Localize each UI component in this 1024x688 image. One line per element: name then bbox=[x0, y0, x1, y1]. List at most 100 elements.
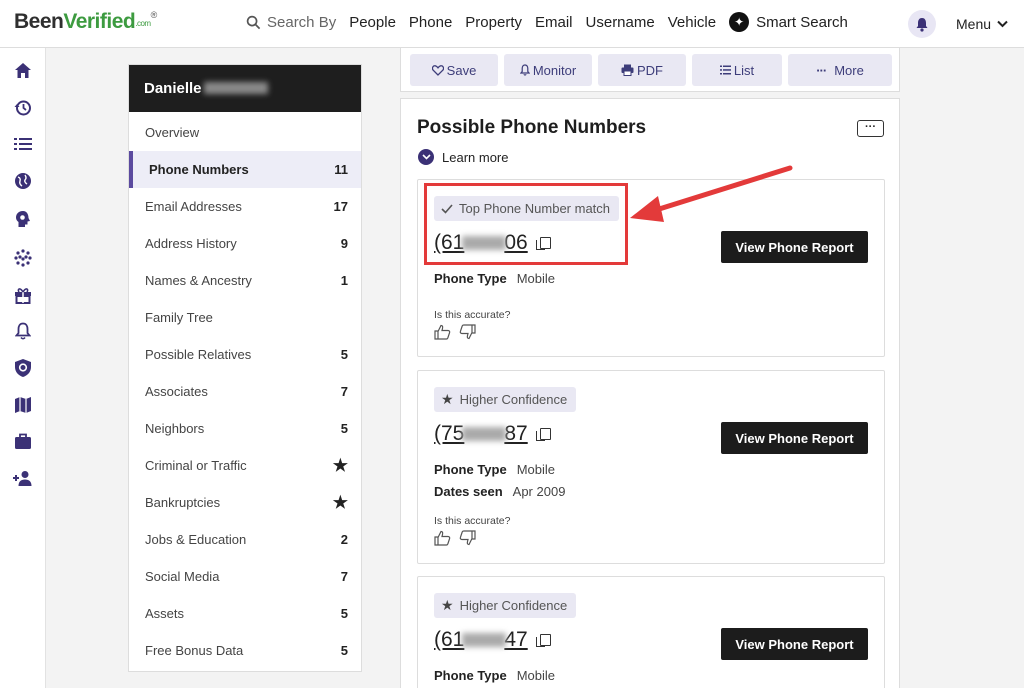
search-by-label: Search By bbox=[267, 13, 337, 31]
sidebar-item-label: Email Addresses bbox=[145, 199, 242, 214]
view-phone-report-button[interactable]: View Phone Report bbox=[721, 422, 868, 454]
phone-type-row: Phone Type Mobile bbox=[434, 271, 555, 286]
sidebar-item-label: Names & Ancestry bbox=[145, 273, 252, 288]
sidebar-item-count: 17 bbox=[333, 199, 348, 214]
thumbs-up-icon[interactable] bbox=[434, 530, 451, 546]
search-by[interactable]: Search By bbox=[246, 14, 336, 31]
report-action-bar: Save Monitor PDF List ··· More bbox=[400, 48, 900, 92]
thumbs-down-icon[interactable] bbox=[459, 530, 476, 546]
phone-end: 87 bbox=[504, 422, 528, 445]
sidebar-item-count: 5 bbox=[340, 421, 348, 436]
home-icon[interactable] bbox=[12, 60, 34, 82]
sidebar-item-overview[interactable]: Overview bbox=[129, 114, 361, 151]
star-icon: ★ bbox=[332, 455, 348, 475]
phone-start: (75 bbox=[434, 422, 465, 445]
thumbs-down-icon[interactable] bbox=[459, 324, 476, 340]
nav-email[interactable]: Email bbox=[535, 14, 573, 31]
save-button[interactable]: Save bbox=[410, 54, 498, 86]
history-icon[interactable] bbox=[12, 97, 34, 119]
briefcase-icon[interactable] bbox=[12, 430, 34, 452]
notifications-button[interactable] bbox=[908, 10, 936, 38]
sidebar-item-label: Address History bbox=[145, 236, 237, 251]
sidebar-item-email-addresses[interactable]: Email Addresses 17 bbox=[129, 188, 361, 225]
phone-type-row: Phone Type Mobile bbox=[434, 668, 555, 683]
sidebar-item-label: Jobs & Education bbox=[145, 532, 247, 547]
sidebar-item-count: 9 bbox=[340, 236, 348, 251]
sidebar-item-social-media[interactable]: Social Media 7 bbox=[129, 558, 361, 595]
list-label: List bbox=[733, 62, 755, 78]
copy-icon[interactable] bbox=[535, 428, 551, 441]
nav-property[interactable]: Property bbox=[465, 14, 522, 31]
phone-type-value: Mobile bbox=[516, 462, 556, 477]
sidebar-item-associates[interactable]: Associates 7 bbox=[129, 373, 361, 410]
sidebar-item-count: 5 bbox=[340, 643, 348, 658]
sidebar-item-label: Neighbors bbox=[145, 421, 205, 436]
sidebar-item-bankruptcies[interactable]: Bankruptcies ★ bbox=[129, 484, 361, 521]
sidebar-item-phone-numbers[interactable]: Phone Numbers 11 bbox=[129, 151, 361, 188]
redacted-digits bbox=[462, 427, 507, 441]
nav-phone[interactable]: Phone bbox=[409, 14, 452, 31]
more-button[interactable]: ··· More bbox=[788, 54, 892, 86]
sidebar-item-free-bonus-data[interactable]: Free Bonus Data 5 bbox=[129, 632, 361, 669]
nav-vehicle[interactable]: Vehicle bbox=[668, 14, 716, 31]
list-button[interactable]: List bbox=[692, 54, 782, 86]
sidebar-item-assets[interactable]: Assets 5 bbox=[129, 595, 361, 632]
list-icon bbox=[719, 65, 731, 75]
copy-icon[interactable] bbox=[535, 634, 551, 647]
map-icon[interactable] bbox=[12, 394, 34, 416]
phone-start: (61 bbox=[434, 628, 465, 651]
dates-seen-row: Dates seen Apr 2009 bbox=[434, 484, 565, 499]
report-sidebar: Danielle Overview Phone Numbers 11 Email … bbox=[128, 64, 362, 672]
view-phone-report-button[interactable]: View Phone Report bbox=[721, 628, 868, 660]
more-label: More bbox=[834, 62, 864, 78]
pdf-button[interactable]: PDF bbox=[598, 54, 686, 86]
monitor-label: Monitor bbox=[532, 62, 577, 78]
sidebar-item-address-history[interactable]: Address History 9 bbox=[129, 225, 361, 262]
brand-part1: Been bbox=[14, 10, 64, 33]
gift-icon[interactable] bbox=[12, 284, 34, 306]
brand-logo[interactable]: BeenVerified.com® bbox=[14, 10, 157, 34]
sidebar-item-label: Overview bbox=[145, 125, 200, 140]
top-bar: BeenVerified.com® Search By People Phone… bbox=[0, 0, 1024, 48]
smart-search[interactable]: ✦ Smart Search bbox=[729, 12, 848, 32]
nav-username[interactable]: Username bbox=[586, 14, 655, 31]
shield-icon[interactable] bbox=[12, 357, 34, 379]
ellipsis-icon: ··· bbox=[816, 62, 827, 78]
monitor-button[interactable]: Monitor bbox=[504, 54, 592, 86]
bell-icon bbox=[916, 17, 928, 32]
phone-number-link[interactable]: (75 87 bbox=[434, 422, 551, 446]
sidebar-item-neighbors[interactable]: Neighbors 5 bbox=[129, 410, 361, 447]
nav-people[interactable]: People bbox=[349, 14, 396, 31]
subject-name-header: Danielle bbox=[129, 65, 361, 112]
printer-icon bbox=[621, 64, 634, 76]
brain-icon[interactable] bbox=[12, 208, 34, 230]
bell-icon bbox=[519, 64, 530, 76]
badge-label: Higher Confidence bbox=[459, 598, 568, 613]
sidebar-item-family-tree[interactable]: Family Tree bbox=[129, 299, 361, 336]
highlight-box bbox=[424, 183, 628, 265]
globe-icon[interactable] bbox=[12, 170, 34, 192]
sidebar-item-label: Assets bbox=[145, 606, 185, 621]
brand-suffix: .com bbox=[135, 19, 151, 28]
sidebar-item-criminal-traffic[interactable]: Criminal or Traffic ★ bbox=[129, 447, 361, 484]
accuracy-question: Is this accurate? bbox=[434, 309, 511, 321]
accuracy-feedback bbox=[434, 324, 476, 340]
section-options-button[interactable]: ··· bbox=[857, 120, 884, 137]
star-icon: ★ bbox=[441, 391, 454, 407]
menu-button[interactable]: Menu bbox=[956, 16, 1008, 32]
list-icon[interactable] bbox=[12, 133, 34, 155]
sidebar-item-jobs-education[interactable]: Jobs & Education 2 bbox=[129, 521, 361, 558]
thumbs-up-icon[interactable] bbox=[434, 324, 451, 340]
learn-more-toggle[interactable]: Learn more bbox=[418, 149, 508, 165]
view-phone-report-button[interactable]: View Phone Report bbox=[721, 231, 868, 263]
badge-label: Higher Confidence bbox=[459, 392, 568, 407]
sidebar-item-count: 5 bbox=[340, 606, 348, 621]
bell-icon[interactable] bbox=[12, 320, 34, 342]
phone-type-value: Mobile bbox=[516, 668, 556, 683]
add-person-icon[interactable] bbox=[12, 467, 34, 489]
sidebar-item-possible-relatives[interactable]: Possible Relatives 5 bbox=[129, 336, 361, 373]
sidebar-item-names-ancestry[interactable]: Names & Ancestry 1 bbox=[129, 262, 361, 299]
learn-more-label: Learn more bbox=[442, 149, 509, 165]
family-tree-icon[interactable] bbox=[12, 247, 34, 269]
phone-number-link[interactable]: (61 47 bbox=[434, 628, 551, 652]
